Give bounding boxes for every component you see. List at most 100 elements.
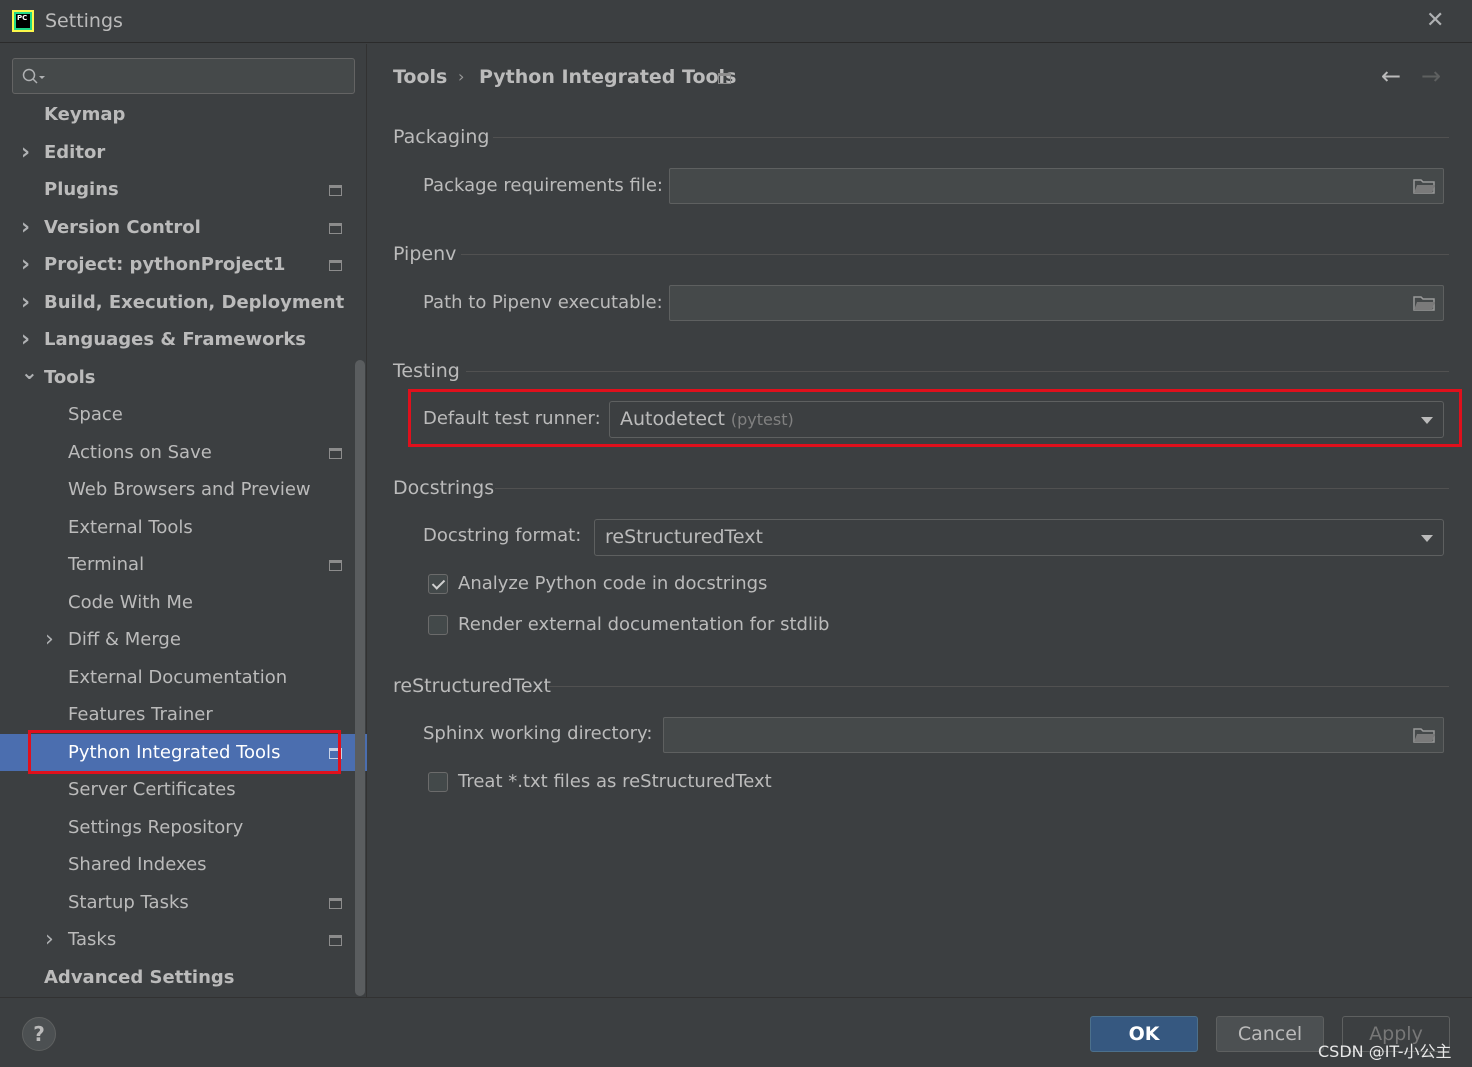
folder-icon[interactable] — [1413, 295, 1435, 311]
help-button[interactable]: ? — [22, 1017, 56, 1051]
sidebar-item-editor[interactable]: › Editor — [0, 134, 355, 172]
analyze-docstrings-checkbox[interactable] — [428, 574, 448, 594]
default-test-runner-select[interactable]: Autodetect (pytest) — [609, 401, 1444, 438]
treat-txt-label[interactable]: Treat *.txt files as reStructuredText — [458, 771, 772, 792]
sidebar-item-label: Tools — [44, 366, 96, 388]
sphinx-directory-label: Sphinx working directory: — [423, 723, 653, 744]
chevron-right-icon[interactable]: › — [21, 284, 30, 322]
highlight-box — [28, 729, 341, 774]
chevron-right-icon[interactable]: › — [45, 621, 54, 659]
sidebar-item-version-control[interactable]: › Version Control — [0, 209, 355, 247]
folder-icon[interactable] — [1413, 178, 1435, 194]
analyze-docstrings-label[interactable]: Analyze Python code in docstrings — [458, 573, 767, 594]
folder-icon[interactable] — [1413, 727, 1435, 743]
package-requirements-field[interactable] — [669, 168, 1444, 204]
sidebar-item-label: Tasks — [68, 929, 117, 950]
title-bar: PC Settings ✕ — [0, 0, 1472, 43]
sidebar-item-label: Keymap — [44, 104, 126, 125]
project-level-icon — [718, 73, 731, 84]
sidebar-item-space[interactable]: Space — [0, 396, 355, 434]
sidebar-item-label: Shared Indexes — [68, 854, 207, 875]
project-level-icon — [329, 260, 342, 271]
docstring-format-label: Docstring format: — [423, 525, 582, 546]
sidebar-item-tasks[interactable]: › Tasks — [0, 921, 355, 959]
sidebar-item-external-tools[interactable]: External Tools — [0, 509, 355, 547]
sidebar-item-web-browsers-and-preview[interactable]: Web Browsers and Preview — [0, 471, 355, 509]
sidebar-item-diff-merge[interactable]: › Diff & Merge — [0, 621, 355, 659]
back-arrow-icon[interactable]: ← — [1381, 62, 1401, 90]
project-level-icon — [329, 222, 342, 234]
sidebar-item-project-pythonproject1[interactable]: › Project: pythonProject1 — [0, 246, 355, 284]
sidebar-item-terminal[interactable]: Terminal — [0, 546, 355, 584]
section-pipenv: Pipenv — [393, 243, 457, 265]
sidebar-item-settings-repository[interactable]: Settings Repository — [0, 809, 355, 847]
docstring-format-select[interactable]: reStructuredText — [594, 519, 1444, 556]
sidebar-item-keymap[interactable]: Keymap — [0, 96, 355, 134]
app-icon-text: PC — [16, 14, 30, 28]
chevron-right-icon[interactable]: › — [21, 134, 30, 172]
sidebar-item-tools[interactable]: ⌄ Tools — [0, 359, 355, 397]
chevron-down-icon — [1421, 417, 1433, 424]
breadcrumb-tools[interactable]: Tools — [393, 66, 447, 88]
test-runner-value: Autodetect — [620, 408, 725, 430]
chevron-right-icon[interactable]: › — [21, 246, 30, 284]
breadcrumb-separator: › — [458, 67, 465, 86]
sidebar-item-features-trainer[interactable]: Features Trainer — [0, 696, 355, 734]
sidebar-item-label: External Documentation — [68, 666, 288, 688]
sidebar-item-actions-on-save[interactable]: Actions on Save — [0, 434, 355, 472]
section-docstrings: Docstrings — [393, 477, 495, 499]
watermark-text: CSDN @IT-小公主 — [1318, 1042, 1452, 1061]
ok-button[interactable]: OK — [1090, 1016, 1198, 1052]
sidebar-item-external-documentation[interactable]: External Documentation — [0, 659, 355, 697]
pycharm-app-icon: PC — [12, 10, 34, 32]
divider — [493, 137, 1449, 138]
chevron-down-icon — [1421, 535, 1433, 542]
section-testing: Testing — [393, 360, 460, 382]
sidebar-item-label: Startup Tasks — [68, 891, 189, 913]
project-level-icon — [329, 185, 342, 196]
sphinx-directory-field[interactable] — [663, 717, 1444, 753]
settings-tree: Keymap › Editor Plugins › Version Control › Pro… — [0, 96, 367, 997]
sidebar-item-label: Features Trainer — [68, 704, 213, 725]
sidebar-item-label: Advanced Settings — [44, 966, 235, 988]
sidebar-item-advanced-settings[interactable]: Advanced Settings — [0, 959, 355, 997]
pipenv-path-field[interactable] — [669, 285, 1444, 321]
sidebar-item-startup-tasks[interactable]: Startup Tasks — [0, 884, 355, 922]
search-input[interactable] — [53, 65, 343, 87]
forward-arrow-icon[interactable]: → — [1421, 62, 1441, 90]
chevron-down-icon[interactable]: ⌄ — [21, 354, 38, 392]
sidebar-item-server-certificates[interactable]: Server Certificates — [0, 771, 355, 809]
divider — [495, 488, 1449, 489]
sidebar-item-shared-indexes[interactable]: Shared Indexes — [0, 846, 355, 884]
render-stdlib-docs-label[interactable]: Render external documentation for stdlib — [458, 614, 829, 635]
sidebar-item-label: Project: pythonProject1 — [44, 254, 286, 275]
sidebar-scrollbar[interactable] — [355, 360, 365, 996]
project-level-icon — [329, 560, 342, 571]
docstring-format-value: reStructuredText — [605, 526, 763, 548]
default-test-runner-label: Default test runner: — [423, 408, 601, 429]
settings-sidebar: Keymap › Editor Plugins › Version Control › Pro… — [0, 44, 367, 997]
close-icon[interactable]: ✕ — [1426, 8, 1444, 33]
sidebar-item-label: Editor — [44, 141, 106, 163]
settings-search-box[interactable] — [12, 58, 355, 94]
divider — [548, 686, 1449, 687]
render-stdlib-docs-checkbox[interactable] — [428, 615, 448, 635]
treat-txt-checkbox[interactable] — [428, 772, 448, 792]
sidebar-item-label: Space — [68, 404, 123, 425]
chevron-right-icon[interactable]: › — [21, 209, 30, 247]
sidebar-item-build-execution-deployment[interactable]: › Build, Execution, Deployment — [0, 284, 355, 322]
sidebar-item-label: Build, Execution, Deployment — [44, 291, 345, 313]
sidebar-item-plugins[interactable]: Plugins — [0, 171, 355, 209]
cancel-button[interactable]: Cancel — [1216, 1016, 1324, 1052]
sidebar-item-languages-frameworks[interactable]: › Languages & Frameworks — [0, 321, 355, 359]
test-runner-hint: (pytest) — [730, 410, 794, 429]
chevron-right-icon[interactable]: › — [45, 921, 54, 959]
page-title: Python Integrated Tools — [479, 66, 737, 88]
divider — [461, 254, 1449, 255]
sidebar-item-python-integrated-tools[interactable]: Python Integrated Tools — [0, 729, 367, 774]
sidebar-item-label: External Tools — [68, 516, 193, 538]
sidebar-item-label: Web Browsers and Preview — [68, 479, 311, 500]
section-packaging: Packaging — [393, 126, 490, 148]
sidebar-item-code-with-me[interactable]: Code With Me — [0, 584, 355, 622]
sidebar-item-label: Terminal — [68, 554, 145, 575]
